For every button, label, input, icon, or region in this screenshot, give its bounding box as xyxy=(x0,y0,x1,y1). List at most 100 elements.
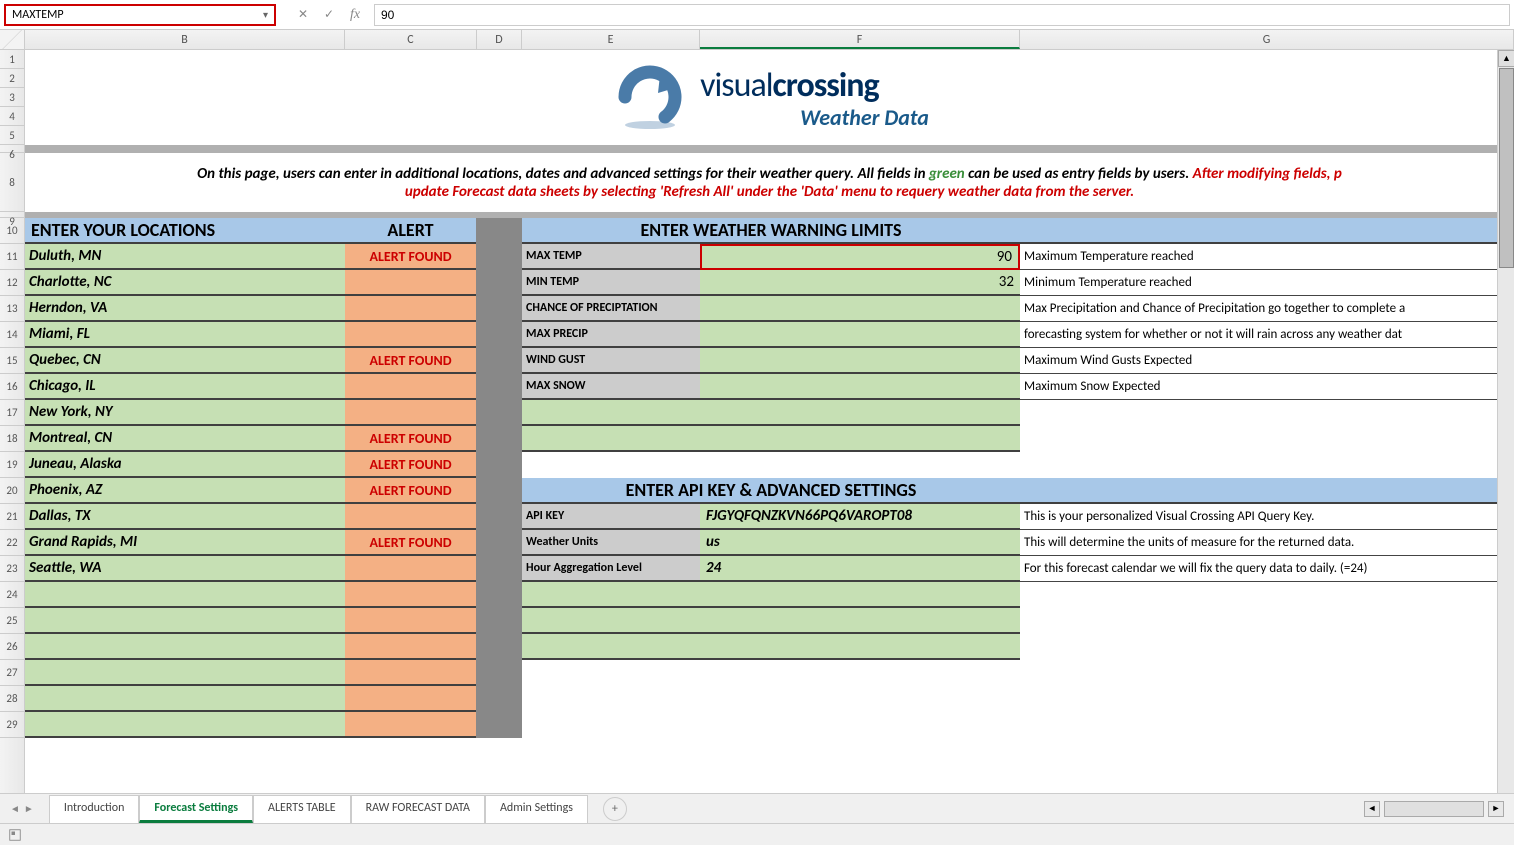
param-value[interactable] xyxy=(700,348,1020,374)
empty-cell[interactable] xyxy=(522,400,700,426)
spacer xyxy=(476,504,522,530)
row-header[interactable]: 14 xyxy=(0,322,24,348)
scroll-right-icon[interactable]: ► xyxy=(1488,801,1504,817)
col-header-c[interactable]: C xyxy=(345,30,477,49)
row-header[interactable]: 23 xyxy=(0,556,24,582)
param-value[interactable]: 90 xyxy=(700,244,1020,270)
col-header-f[interactable]: F xyxy=(700,30,1020,49)
row-header[interactable]: 2 xyxy=(0,69,24,88)
row-header[interactable]: 6 xyxy=(0,145,24,153)
add-sheet-button[interactable]: + xyxy=(603,797,627,821)
tab-next-icon[interactable]: ► xyxy=(24,802,34,815)
row-header[interactable]: 15 xyxy=(0,348,24,374)
formula-input[interactable] xyxy=(374,4,1510,26)
empty-cell[interactable] xyxy=(700,426,1020,452)
location-cell[interactable]: Chicago, IL xyxy=(25,374,345,400)
location-cell[interactable] xyxy=(25,608,345,634)
empty-cell[interactable] xyxy=(700,634,1020,660)
col-header-g[interactable]: G xyxy=(1020,30,1514,49)
location-cell[interactable]: Montreal, CN xyxy=(25,426,345,452)
scroll-thumb[interactable] xyxy=(1499,68,1514,268)
row-header[interactable]: 11 xyxy=(0,244,24,270)
select-all-corner[interactable] xyxy=(0,30,25,49)
empty-cell[interactable] xyxy=(522,426,700,452)
location-cell[interactable]: New York, NY xyxy=(25,400,345,426)
location-cell[interactable]: Phoenix, AZ xyxy=(25,478,345,504)
row-header[interactable]: 19 xyxy=(0,452,24,478)
param-value[interactable] xyxy=(700,374,1020,400)
row-header[interactable]: 27 xyxy=(0,660,24,686)
row-header[interactable]: 1 xyxy=(0,50,24,69)
row-header[interactable]: 22 xyxy=(0,530,24,556)
spacer xyxy=(476,374,522,400)
tab-prev-icon[interactable]: ◄ xyxy=(10,802,20,815)
row-header[interactable]: 4 xyxy=(0,107,24,126)
spacer xyxy=(1020,478,1514,504)
scroll-left-icon[interactable]: ◄ xyxy=(1364,801,1380,817)
location-cell[interactable]: Charlotte, NC xyxy=(25,270,345,296)
row-header[interactable]: 10 xyxy=(0,218,24,244)
row-header[interactable]: 13 xyxy=(0,296,24,322)
sheet-tab[interactable]: ALERTS TABLE xyxy=(253,795,351,823)
col-header-b[interactable]: B xyxy=(25,30,345,49)
row-header[interactable]: 3 xyxy=(0,88,24,107)
sheet-tab[interactable]: Admin Settings xyxy=(485,795,588,823)
row-header[interactable]: 12 xyxy=(0,270,24,296)
row-header[interactable]: 18 xyxy=(0,426,24,452)
param-value[interactable]: 32 xyxy=(700,270,1020,296)
location-cell[interactable]: Duluth, MN xyxy=(25,244,345,270)
location-cell[interactable]: Juneau, Alaska xyxy=(25,452,345,478)
empty-cell[interactable] xyxy=(700,608,1020,634)
param-value[interactable] xyxy=(700,296,1020,322)
param-label: MAX PRECIP xyxy=(522,322,700,348)
scroll-up-icon[interactable]: ▲ xyxy=(1498,50,1514,67)
empty-cell[interactable] xyxy=(700,400,1020,426)
sheet-tab[interactable]: Introduction xyxy=(49,795,140,823)
sheet-tab[interactable]: RAW FORECAST DATA xyxy=(351,795,485,823)
empty-cell[interactable] xyxy=(522,608,700,634)
location-cell[interactable] xyxy=(25,634,345,660)
empty-cell[interactable] xyxy=(522,582,700,608)
row-header[interactable]: 20 xyxy=(0,478,24,504)
row-header[interactable]: 16 xyxy=(0,374,24,400)
spacer xyxy=(476,712,522,738)
accept-icon[interactable]: ✓ xyxy=(320,7,338,22)
location-cell[interactable] xyxy=(25,660,345,686)
col-header-e[interactable]: E xyxy=(522,30,700,49)
empty-cell[interactable] xyxy=(700,582,1020,608)
name-box[interactable]: MAXTEMP xyxy=(4,4,276,26)
param-value[interactable]: FJGYQFQNZKVN66PQ6VAROPT08 xyxy=(700,504,1020,530)
row-header[interactable]: 25 xyxy=(0,608,24,634)
location-cell[interactable]: Grand Rapids, MI xyxy=(25,530,345,556)
location-cell[interactable]: Dallas, TX xyxy=(25,504,345,530)
param-value[interactable]: 24 xyxy=(700,556,1020,582)
col-header-d[interactable]: D xyxy=(477,30,522,49)
location-cell[interactable]: Quebec, CN xyxy=(25,348,345,374)
row-header[interactable]: 24 xyxy=(0,582,24,608)
row-header[interactable]: 21 xyxy=(0,504,24,530)
row-header[interactable]: 29 xyxy=(0,712,24,738)
param-value[interactable]: us xyxy=(700,530,1020,556)
row-header[interactable]: 5 xyxy=(0,126,24,145)
location-cell[interactable] xyxy=(25,582,345,608)
data-row: Dallas, TXAPI KEY FJGYQFQNZKVN66PQ6VAROP… xyxy=(25,504,1514,530)
row-header[interactable]: 8 xyxy=(0,153,24,212)
location-cell[interactable] xyxy=(25,712,345,738)
spacer xyxy=(476,426,522,452)
spacer xyxy=(476,556,522,582)
row-header[interactable]: 28 xyxy=(0,686,24,712)
location-cell[interactable]: Seattle, WA xyxy=(25,556,345,582)
location-cell[interactable] xyxy=(25,686,345,712)
sheet-tab[interactable]: Forecast Settings xyxy=(139,795,253,823)
param-value[interactable] xyxy=(700,322,1020,348)
empty-cell[interactable] xyxy=(522,634,700,660)
scroll-track[interactable] xyxy=(1384,801,1484,817)
vertical-scrollbar[interactable]: ▲ xyxy=(1497,50,1514,793)
cancel-icon[interactable]: ✕ xyxy=(294,7,312,22)
location-cell[interactable]: Miami, FL xyxy=(25,322,345,348)
row-header[interactable]: 17 xyxy=(0,400,24,426)
data-row: Chicago, ILMAX SNOW Maximum Snow Expecte… xyxy=(25,374,1514,400)
row-header[interactable]: 26 xyxy=(0,634,24,660)
location-cell[interactable]: Herndon, VA xyxy=(25,296,345,322)
fx-icon[interactable]: fx xyxy=(346,7,364,23)
